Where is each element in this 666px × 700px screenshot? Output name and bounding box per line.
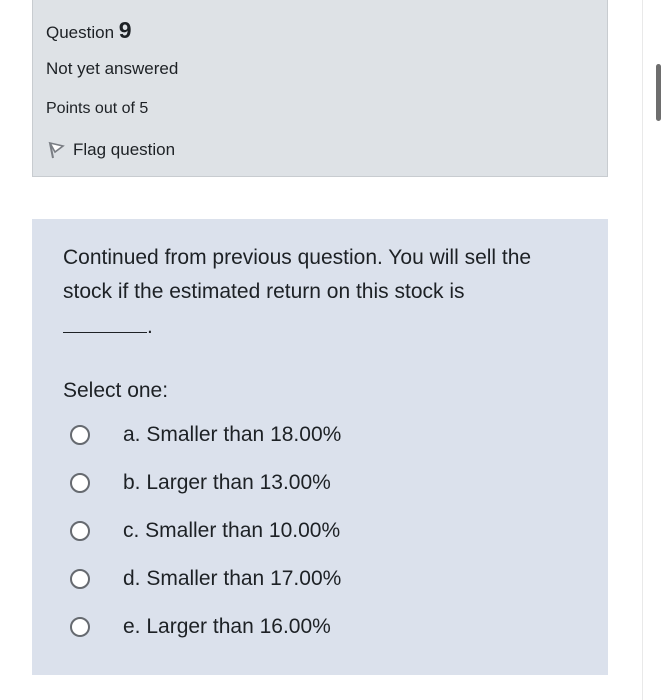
answer-label: a. Smaller than 18.00% (123, 423, 342, 446)
answer-label: c. Smaller than 10.00% (123, 519, 341, 542)
question-text: Continued from previous question. You wi… (63, 246, 532, 303)
select-one-prompt: Select one: (63, 379, 169, 402)
answer-option-c[interactable]: c. Smaller than 10.00% (70, 507, 341, 555)
flag-question-link[interactable]: Flag question (46, 140, 175, 160)
radio-button[interactable] (70, 425, 90, 445)
flag-question-label: Flag question (73, 140, 176, 159)
answer-label: e. Larger than 16.00% (123, 615, 331, 638)
blank-line (63, 314, 147, 333)
answer-option-b[interactable]: b. Larger than 13.00% (70, 459, 341, 507)
question-content-panel: Continued from previous question. You wi… (32, 219, 608, 675)
question-number: 9 (118, 17, 132, 43)
radio-button[interactable] (70, 473, 90, 493)
question-state: Not yet answered (46, 59, 179, 78)
question-grade: Points out of 5 (46, 100, 149, 117)
answer-blank: . (63, 314, 153, 339)
answer-options: a. Smaller than 18.00% b. Larger than 13… (70, 411, 341, 651)
page-border (642, 0, 643, 700)
question-title: Question 9 (46, 17, 132, 44)
answer-option-d[interactable]: d. Smaller than 17.00% (70, 555, 341, 603)
answer-label: d. Smaller than 17.00% (123, 567, 342, 590)
blank-suffix: . (147, 315, 153, 338)
flag-icon (46, 141, 66, 159)
question-label: Question (46, 23, 115, 42)
scrollbar[interactable] (656, 64, 661, 121)
radio-button[interactable] (70, 617, 90, 637)
answer-label: b. Larger than 13.00% (123, 471, 331, 494)
radio-button[interactable] (70, 569, 90, 589)
radio-button[interactable] (70, 521, 90, 541)
answer-option-e[interactable]: e. Larger than 16.00% (70, 603, 341, 651)
answer-option-a[interactable]: a. Smaller than 18.00% (70, 411, 341, 459)
question-info-panel: Question 9 Not yet answered Points out o… (32, 0, 608, 177)
